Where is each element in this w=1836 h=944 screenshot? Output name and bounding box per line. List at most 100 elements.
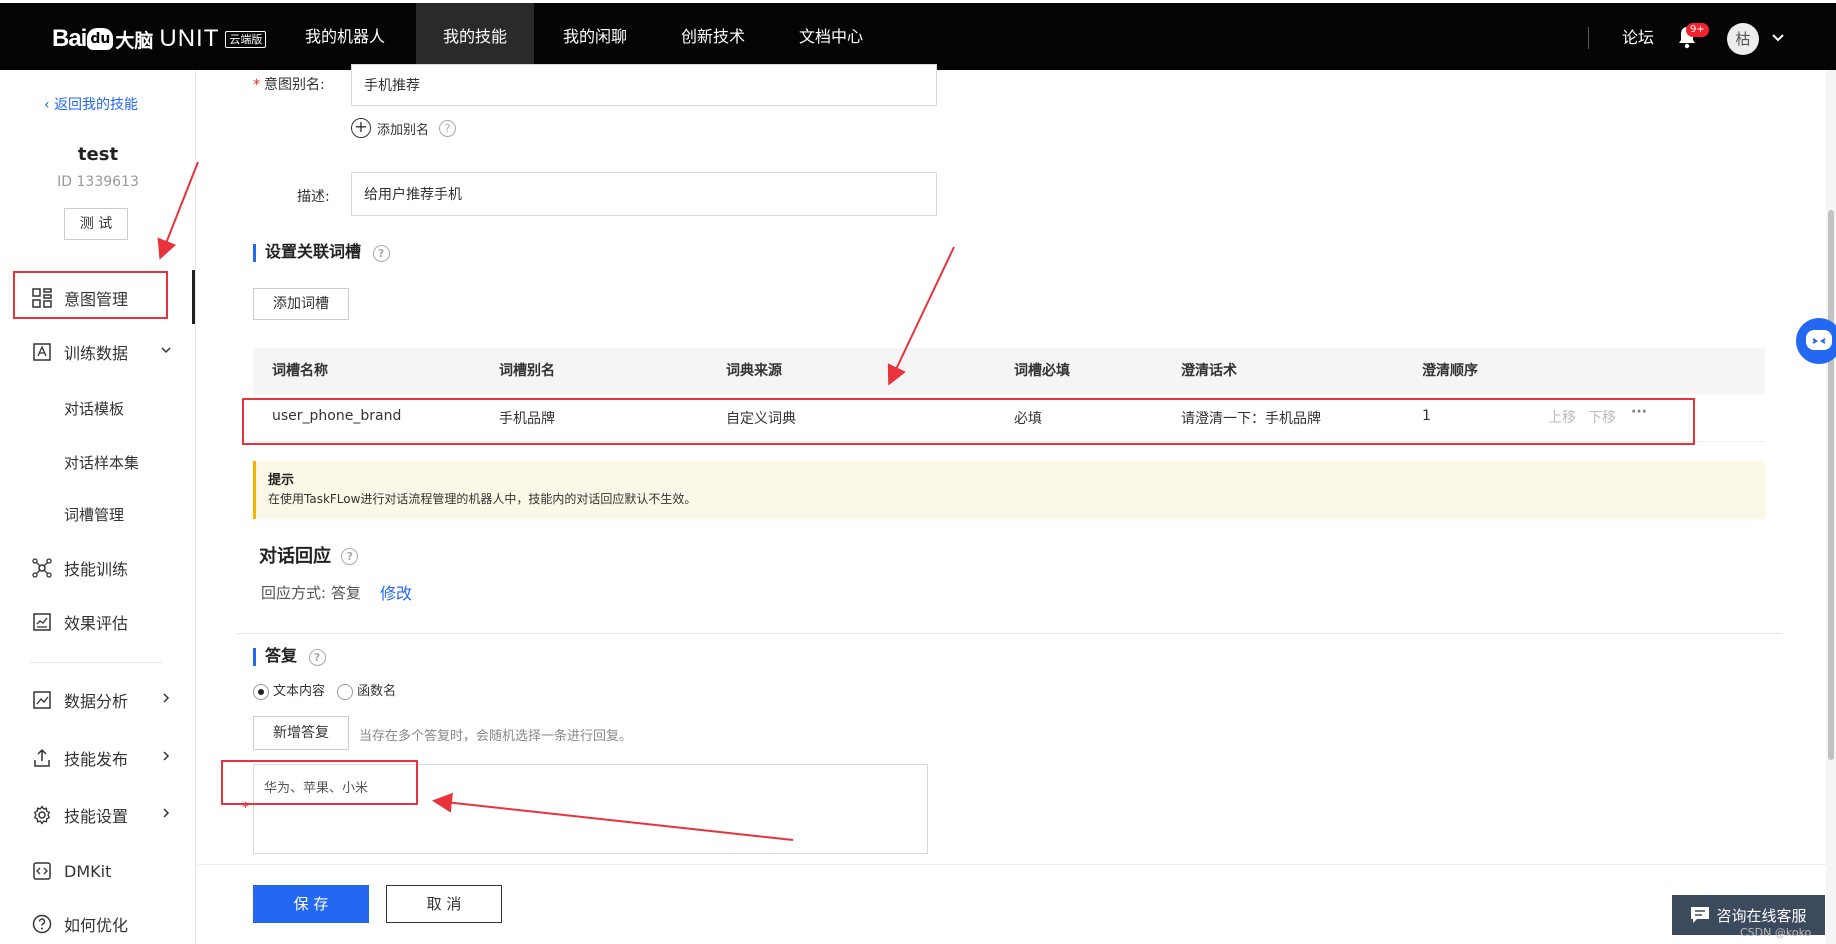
dialog-response-title: 对话回应 ? [259, 542, 359, 568]
required-mark: * [242, 800, 249, 816]
sidebar-item-label: 如何优化 [64, 916, 129, 935]
add-alias-button[interactable]: + 添加别名 ? [351, 118, 457, 138]
plus-circle-icon: + [351, 118, 371, 138]
nav-docs[interactable]: 文档中心 [786, 3, 876, 70]
answer-textarea-value: 华为、苹果、小米 [264, 781, 369, 796]
response-mode: 回应方式: 答复 [261, 584, 361, 602]
skill-name: test [77, 144, 119, 165]
grid-icon [32, 288, 52, 308]
help-icon[interactable]: ? [439, 119, 457, 137]
answer-type-radios: 文本内容 函数名 [253, 680, 396, 700]
answer-section-title: 答复 ? [253, 648, 326, 666]
help-icon[interactable]: ? [372, 245, 390, 262]
row-divider [253, 441, 1765, 442]
skill-id: ID 1339613 [57, 174, 139, 190]
question-circle-icon [32, 914, 52, 934]
alias-label: * 意图别名: [253, 74, 325, 94]
baidu-unit-logo[interactable]: Bai du 大脑 UNIT 云端版 [52, 25, 267, 53]
chevron-right-icon [163, 808, 170, 818]
edition-badge: 云端版 [225, 30, 267, 48]
alias-input-value: 手机推荐 [364, 78, 420, 94]
logo-du: du [87, 28, 114, 50]
logo-danao: 大脑 [115, 29, 154, 52]
radio-button[interactable] [337, 683, 354, 700]
cell-required: 必填 [1014, 411, 1042, 427]
required-mark: * [253, 77, 260, 93]
scrollbar-thumb[interactable] [1828, 210, 1834, 760]
desc-label: 描述: [297, 189, 330, 205]
sidebar-item-analytics[interactable]: 数据分析 [0, 680, 196, 720]
help-icon[interactable]: ? [308, 649, 326, 666]
upload-icon [34, 748, 50, 767]
more-icon[interactable]: ··· [1631, 404, 1647, 420]
assistant-robot-icon[interactable] [1796, 318, 1836, 364]
radio-function-name[interactable]: 函数名 [337, 683, 397, 700]
nav-divider [1588, 27, 1589, 49]
slot-section-title: 设置关联词槽 ? [253, 244, 390, 262]
sidebar-item-optimize[interactable]: 如何优化 [0, 904, 196, 944]
back-to-skills-link[interactable]: ‹ 返回我的技能 [44, 94, 138, 114]
chat-bubble-icon [1691, 907, 1710, 923]
alias-input[interactable]: 手机推荐 [351, 64, 937, 106]
nav-my-robots[interactable]: 我的机器人 [290, 3, 400, 70]
answer-section-title-text: 答复 [265, 646, 298, 665]
tip-text: 在使用TaskFLow进行对话流程管理的机器人中，技能内的对话回应默认不生效。 [268, 492, 697, 506]
col-slot-alias: 词槽别名 [499, 363, 555, 379]
modify-link[interactable]: 修改 [380, 580, 412, 604]
sidebar-item-train-data[interactable]: 训练数据 [0, 332, 196, 372]
nav-my-skills[interactable]: 我的技能 [416, 3, 534, 70]
cell-slot-name: user_phone_brand [272, 408, 402, 424]
sidebar: ‹ 返回我的技能 test ID 1339613 测 试 意图管理 训练数据 对… [0, 70, 196, 944]
description-input[interactable]: 给用户推荐手机 [351, 172, 937, 216]
avatar[interactable]: 枯 [1727, 23, 1759, 55]
cell-dict-source: 自定义词典 [726, 411, 796, 427]
watermark: CSDN @koko [1740, 926, 1812, 939]
radio-label: 函数名 [357, 684, 397, 699]
sidebar-item-dialog-template[interactable]: 对话模板 [64, 398, 124, 419]
gear-icon [33, 805, 51, 825]
sidebar-item-dialog-samples[interactable]: 对话样本集 [64, 452, 139, 473]
move-up-button[interactable]: 上移 [1548, 407, 1576, 427]
help-icon[interactable]: ? [341, 548, 359, 565]
alias-label-text: 意图别名: [264, 77, 325, 93]
sidebar-item-intent[interactable]: 意图管理 [0, 278, 196, 318]
logo-unit: UNIT [159, 25, 220, 52]
chevron-right-icon [163, 751, 170, 761]
sidebar-item-slot-mgmt[interactable]: 词槽管理 [64, 504, 124, 525]
sidebar-item-label: 意图管理 [64, 290, 129, 309]
code-icon [33, 862, 51, 880]
move-down-button[interactable]: 下移 [1588, 407, 1616, 427]
chevron-down-icon[interactable] [1770, 29, 1786, 45]
consult-label: 咨询在线客服 [1716, 906, 1807, 925]
add-alias-label: 添加别名 [377, 122, 430, 138]
sidebar-item-publish[interactable]: 技能发布 [0, 738, 196, 778]
chevron-down-icon [161, 347, 171, 354]
save-button[interactable]: 保 存 [253, 885, 369, 923]
nav-my-chitchat[interactable]: 我的闲聊 [550, 3, 640, 70]
description-input-value: 给用户推荐手机 [364, 187, 462, 203]
tip-title: 提示 [268, 473, 295, 488]
col-clarify-order: 澄清顺序 [1422, 363, 1478, 379]
radio-text-content[interactable]: 文本内容 [253, 683, 325, 700]
chevron-right-icon [163, 693, 170, 703]
add-slot-button[interactable]: 添加词槽 [253, 288, 349, 320]
chevron-left-icon: ‹ [44, 97, 55, 113]
section-divider [237, 633, 1782, 634]
trend-chart-icon [33, 691, 51, 709]
answer-textarea[interactable]: 华为、苹果、小米 [253, 764, 928, 854]
col-slot-name: 词槽名称 [272, 363, 328, 379]
sidebar-item-dmkit[interactable]: DMKit [0, 851, 196, 891]
cancel-button[interactable]: 取 消 [386, 885, 502, 923]
sidebar-item-skill-training[interactable]: 技能训练 [0, 548, 196, 588]
test-button[interactable]: 测 试 [64, 208, 128, 240]
sidebar-item-label: 训练数据 [64, 344, 129, 363]
top-nav-bar: Bai du 大脑 UNIT 云端版 我的机器人 我的技能 我的闲聊 创新技术 … [0, 0, 1836, 70]
nav-forum[interactable]: 论坛 [1622, 3, 1654, 73]
radio-button[interactable] [253, 683, 269, 700]
nav-innovation[interactable]: 创新技术 [668, 3, 758, 70]
sidebar-item-evaluation[interactable]: 效果评估 [0, 602, 196, 642]
footer-action-bar: 保 存 取 消 [197, 864, 1836, 944]
add-answer-button[interactable]: 新增答复 [253, 716, 349, 750]
col-dict-source: 词典来源 [726, 363, 782, 379]
sidebar-item-settings[interactable]: 技能设置 [0, 795, 196, 835]
